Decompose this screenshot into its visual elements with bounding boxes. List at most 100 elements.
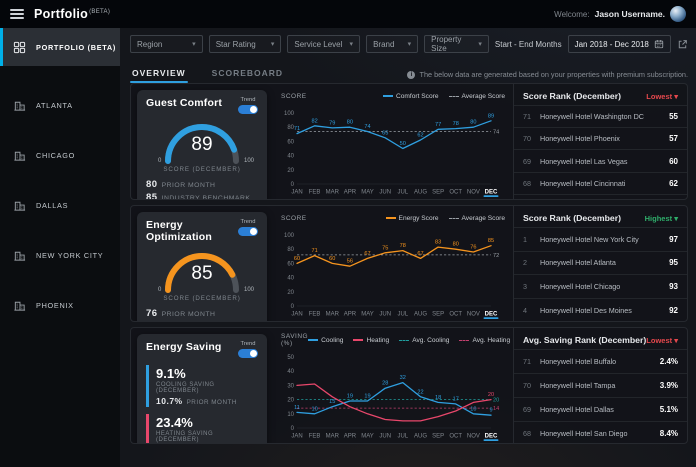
tab-overview[interactable]: OVERVIEW <box>130 64 188 83</box>
svg-text:100: 100 <box>284 233 295 239</box>
rank-sort-selector[interactable]: Highest ▾ <box>645 214 678 223</box>
energy-rank-panel: Score Rank (December) Highest ▾ 1Honeywe… <box>513 206 687 322</box>
sidebar-item-label: DALLAS <box>36 201 68 210</box>
rank-sort-selector[interactable]: Lowest ▾ <box>646 336 678 345</box>
score-caption: SCORE (DECEMBER) <box>146 295 258 302</box>
star-rating-dropdown[interactable]: Star Rating▾ <box>209 35 282 53</box>
svg-text:85: 85 <box>488 238 494 244</box>
top-bar: Portfolio(BETA) Welcome:Jason Username. <box>0 0 696 28</box>
rank-value: 62 <box>669 179 678 188</box>
rank-row: 71Honeywell Hotel Buffalo2.4% <box>514 349 687 373</box>
rank-value: 8.4% <box>660 429 678 438</box>
tab-scoreboard[interactable]: SCOREBOARD <box>210 64 285 83</box>
svg-text:DEC: DEC <box>485 190 498 196</box>
svg-text:JUN: JUN <box>379 434 391 440</box>
export-button[interactable] <box>677 37 688 51</box>
sidebar-item-label: NEW YORK CITY <box>36 251 103 260</box>
rank-number: 70 <box>523 134 536 143</box>
hotel-name: Honeywell Hotel Phoenix <box>540 134 665 143</box>
trend-toggle[interactable] <box>238 349 258 358</box>
rank-row: 70Honeywell Hotel Tampa3.9% <box>514 373 687 397</box>
svg-text:18: 18 <box>435 395 441 401</box>
dashboard-app: Portfolio(BETA) Welcome:Jason Username. … <box>0 0 696 467</box>
rank-number: 71 <box>523 357 536 366</box>
sidebar-item-portfolio[interactable]: PORTFOLIO (BETA) <box>0 28 120 66</box>
svg-text:9: 9 <box>489 408 492 414</box>
svg-text:14: 14 <box>493 406 499 412</box>
chevron-down-icon: ▾ <box>350 40 354 48</box>
gauge-value: 85 <box>150 263 254 285</box>
rank-value: 97 <box>669 235 678 244</box>
rank-row: 69Honeywell Hotel Las Vegas60 <box>514 149 687 171</box>
svg-text:MAY: MAY <box>361 434 374 440</box>
rank-value: 93 <box>669 282 678 291</box>
svg-text:40: 40 <box>287 154 294 160</box>
sidebar-item-chicago[interactable]: CHICAGO <box>0 130 120 180</box>
rank-value: 55 <box>669 112 678 121</box>
svg-text:NOV: NOV <box>467 434 480 440</box>
rank-title: Avg. Saving Rank (December) <box>523 335 646 345</box>
date-range-label: Start - End Months <box>495 40 562 49</box>
svg-text:SEP: SEP <box>432 190 444 196</box>
metric-value: 9.1% <box>156 366 258 381</box>
metric-value: 23.4% <box>156 415 258 430</box>
svg-text:100: 100 <box>284 111 295 117</box>
energy-optimization-card: Energy Optimization Trend 85 0 100 SCORE… <box>137 212 267 322</box>
svg-text:APR: APR <box>344 312 357 318</box>
prior-month-stat: 76PRIOR MONTH <box>146 308 258 319</box>
main-content: Region▾ Star Rating▾ Service Level▾ Bran… <box>120 28 696 467</box>
card-title: Guest Comfort <box>146 97 222 109</box>
svg-text:20: 20 <box>287 290 294 296</box>
trend-toggle[interactable] <box>238 227 258 236</box>
svg-text:80: 80 <box>287 247 294 253</box>
svg-text:40: 40 <box>287 276 294 282</box>
rank-value: 60 <box>669 157 678 166</box>
region-dropdown[interactable]: Region▾ <box>130 35 203 53</box>
svg-text:MAR: MAR <box>326 434 340 440</box>
hotel-name: Honeywell Hotel Dallas <box>540 405 656 414</box>
svg-text:APR: APR <box>344 434 357 440</box>
svg-text:JUN: JUN <box>379 312 391 318</box>
score-gauge: 89 0 100 <box>150 117 254 165</box>
svg-text:OCT: OCT <box>449 434 462 440</box>
property-size-dropdown[interactable]: Property Size▾ <box>424 35 489 53</box>
gauge-value: 89 <box>150 134 254 156</box>
legend-item: Avg. Heating <box>459 337 510 344</box>
rank-sort-selector[interactable]: Lowest ▾ <box>646 92 678 101</box>
svg-text:78: 78 <box>453 121 459 127</box>
sidebar-item-phoenix[interactable]: PHOENIX <box>0 280 120 330</box>
service-level-dropdown[interactable]: Service Level▾ <box>287 35 360 53</box>
svg-text:NOV: NOV <box>467 190 480 196</box>
sidebar-item-label: PORTFOLIO (BETA) <box>36 43 116 52</box>
svg-text:15: 15 <box>329 399 335 405</box>
y-axis-label: SCORE <box>281 93 307 100</box>
chevron-down-icon: ▾ <box>478 40 482 48</box>
rank-row: 69Honeywell Hotel Dallas5.1% <box>514 397 687 421</box>
sidebar-item-new-york-city[interactable]: NEW YORK CITY <box>0 230 120 280</box>
heating-saving-metric: 23.4% HEATING SAVING (DECEMBER) 19.2%PRI… <box>146 414 258 444</box>
hotel-name: Honeywell Hotel New York City <box>540 235 665 244</box>
svg-text:0: 0 <box>291 426 295 432</box>
trend-toggle[interactable] <box>238 105 258 114</box>
user-avatar[interactable] <box>670 6 686 22</box>
rank-number: 68 <box>523 179 536 188</box>
brand-dropdown[interactable]: Brand▾ <box>366 35 418 53</box>
svg-text:76: 76 <box>470 245 476 251</box>
svg-text:JUL: JUL <box>397 190 408 196</box>
rank-row: 67Honeywell Hotel San Antonio63 <box>514 194 687 200</box>
legend-item: Energy Score <box>386 215 439 222</box>
svg-text:SEP: SEP <box>432 312 444 318</box>
card-title: Energy Optimization <box>146 219 238 243</box>
hamburger-menu-icon[interactable] <box>10 9 24 19</box>
sidebar-item-dallas[interactable]: DALLAS <box>0 180 120 230</box>
svg-text:60: 60 <box>287 261 294 267</box>
svg-text:OCT: OCT <box>449 190 462 196</box>
sidebar-item-atlanta[interactable]: ATLANTA <box>0 80 120 130</box>
gauge-max: 100 <box>244 158 254 164</box>
svg-text:28: 28 <box>382 381 388 387</box>
rank-number: 2 <box>523 258 536 267</box>
svg-text:71: 71 <box>311 248 317 254</box>
date-range-picker[interactable]: Jan 2018 - Dec 2018 <box>568 35 671 53</box>
sidebar: PORTFOLIO (BETA) ATLANTA CHICAGO DALLAS … <box>0 28 120 467</box>
svg-text:JUL: JUL <box>397 312 408 318</box>
